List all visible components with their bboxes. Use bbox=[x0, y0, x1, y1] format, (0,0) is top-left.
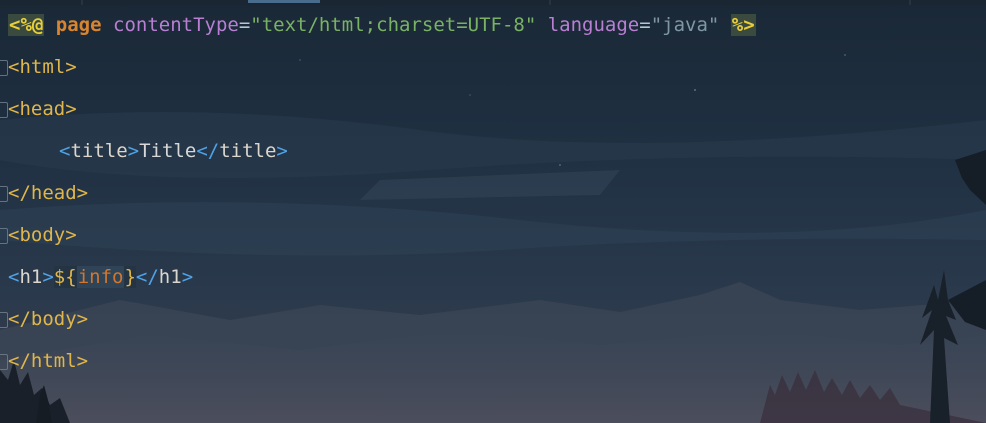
code-editor[interactable]: <%@ page contentType="text/html;charset=… bbox=[0, 5, 986, 383]
tag-bracket: < bbox=[8, 98, 20, 120]
tag-bracket: > bbox=[181, 266, 194, 288]
tag-bracket: < bbox=[59, 140, 71, 162]
code-line-2[interactable]: <html> bbox=[0, 47, 986, 89]
code-line-5[interactable]: </head> bbox=[0, 173, 986, 215]
tag-name: title bbox=[219, 140, 277, 162]
tag-bracket: </ bbox=[196, 140, 220, 162]
h1-element: <h1>${info}</h1> bbox=[8, 257, 193, 297]
el-close-brace: } bbox=[124, 266, 136, 288]
equals-sign: = bbox=[238, 14, 251, 36]
tag-bracket: < bbox=[8, 266, 20, 288]
active-tab-indicator bbox=[248, 0, 320, 3]
language-attr-name: language bbox=[547, 14, 640, 36]
fold-marker-icon[interactable] bbox=[0, 354, 8, 370]
fold-marker-icon[interactable] bbox=[0, 228, 8, 244]
equals-sign: = bbox=[639, 14, 651, 36]
html-close-tag: </html> bbox=[8, 341, 88, 381]
title-text: Title bbox=[139, 140, 197, 162]
code-line-8[interactable]: </body> bbox=[0, 299, 986, 341]
fold-marker-icon[interactable] bbox=[0, 186, 8, 202]
fold-marker-icon[interactable] bbox=[0, 102, 8, 118]
el-variable: info bbox=[76, 266, 125, 288]
content-type-attr-value: "text/html;charset=UTF-8" bbox=[250, 14, 537, 36]
html-open-tag: <html> bbox=[8, 47, 77, 87]
tag-bracket: > bbox=[65, 98, 77, 120]
tag-bracket: </ bbox=[8, 308, 31, 330]
tag-name: html bbox=[30, 350, 77, 372]
directive-close-delimiter: %> bbox=[730, 14, 756, 36]
tag-bracket: > bbox=[276, 140, 288, 162]
fold-marker-icon[interactable] bbox=[0, 60, 8, 76]
tag-bracket: > bbox=[76, 182, 89, 204]
title-element: <title>Title</title> bbox=[8, 131, 288, 171]
language-attr-value: "java" bbox=[650, 14, 720, 36]
code-line-1[interactable]: <%@ page contentType="text/html;charset=… bbox=[0, 5, 986, 47]
tag-name: html bbox=[19, 56, 66, 78]
code-line-4[interactable]: <title>Title</title> bbox=[0, 131, 986, 173]
tag-name: head bbox=[19, 98, 66, 120]
code-line-6[interactable]: <body> bbox=[0, 215, 986, 257]
body-close-tag: </body> bbox=[8, 299, 88, 339]
directive-keyword: page bbox=[55, 14, 102, 36]
directive-open-delimiter: <%@ bbox=[8, 14, 45, 36]
jsp-page-directive: <%@ page contentType="text/html;charset=… bbox=[8, 5, 756, 45]
tag-bracket: > bbox=[76, 308, 89, 330]
tag-bracket: > bbox=[127, 140, 140, 162]
code-line-7[interactable]: <h1>${info}</h1> bbox=[0, 257, 986, 299]
fold-marker-icon[interactable] bbox=[0, 312, 8, 328]
tag-bracket: </ bbox=[135, 266, 159, 288]
tag-name: body bbox=[19, 224, 66, 246]
code-line-9[interactable]: </html> bbox=[0, 341, 986, 383]
body-open-tag: <body> bbox=[8, 215, 77, 255]
el-open-brace: ${ bbox=[53, 266, 77, 288]
tag-name: h1 bbox=[158, 266, 182, 288]
tag-bracket: > bbox=[65, 224, 77, 246]
tag-bracket: </ bbox=[8, 350, 31, 372]
tag-bracket: > bbox=[65, 56, 77, 78]
tag-bracket: > bbox=[42, 266, 54, 288]
head-close-tag: </head> bbox=[8, 173, 88, 213]
tag-bracket: < bbox=[8, 56, 20, 78]
tag-bracket: < bbox=[8, 224, 20, 246]
head-open-tag: <head> bbox=[8, 89, 77, 129]
tag-name: title bbox=[70, 140, 128, 162]
tag-name: h1 bbox=[19, 266, 43, 288]
code-line-3[interactable]: <head> bbox=[0, 89, 986, 131]
tag-name: body bbox=[30, 308, 77, 330]
el-expression: ${info} bbox=[53, 266, 136, 288]
tag-name: head bbox=[30, 182, 77, 204]
content-type-attr-name: contentType bbox=[113, 14, 239, 36]
tag-bracket: > bbox=[76, 350, 89, 372]
tag-bracket: </ bbox=[8, 182, 31, 204]
